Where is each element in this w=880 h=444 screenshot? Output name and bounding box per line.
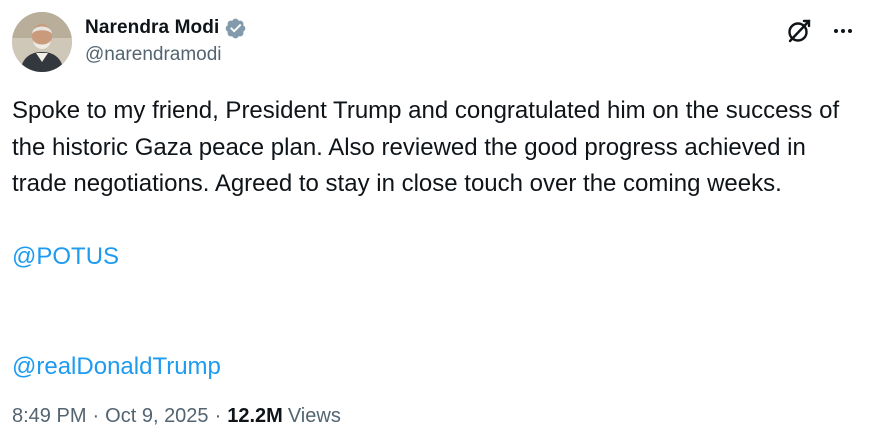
- header-actions: [784, 16, 858, 46]
- grok-button[interactable]: [784, 16, 814, 46]
- meta-separator: ·: [92, 405, 100, 427]
- tweet-body: Spoke to my friend, President Trump and …: [12, 93, 852, 385]
- tweet-text: Spoke to my friend, President Trump and …: [12, 97, 840, 197]
- meta-separator: ·: [214, 405, 222, 427]
- tweet-card: Narendra Modi @narendramodi Spoke to my …: [0, 0, 880, 444]
- avatar-image: [12, 12, 72, 72]
- post-time[interactable]: 8:49 PM: [12, 405, 86, 428]
- more-icon: [834, 29, 852, 33]
- author-names: Narendra Modi @narendramodi: [85, 14, 247, 66]
- post-date[interactable]: Oct 9, 2025: [105, 405, 208, 428]
- mention-potus-link[interactable]: @POTUS: [12, 239, 119, 276]
- tweet-meta: 8:49 PM · Oct 9, 2025 · 12.2M Views: [12, 405, 341, 428]
- mention-realdonaldtrump-link[interactable]: @realDonaldTrump: [12, 349, 221, 386]
- author-handle[interactable]: @narendramodi: [85, 44, 247, 66]
- views-label: Views: [287, 405, 341, 427]
- display-name[interactable]: Narendra Modi: [85, 17, 219, 39]
- avatar[interactable]: [12, 12, 72, 72]
- grok-icon: [788, 19, 811, 43]
- verified-badge-icon[interactable]: [224, 17, 247, 40]
- tweet-header: Narendra Modi @narendramodi: [12, 12, 868, 74]
- views-count[interactable]: 12.2M: [227, 405, 283, 428]
- display-name-row: Narendra Modi: [85, 14, 247, 42]
- more-options-button[interactable]: [828, 16, 858, 46]
